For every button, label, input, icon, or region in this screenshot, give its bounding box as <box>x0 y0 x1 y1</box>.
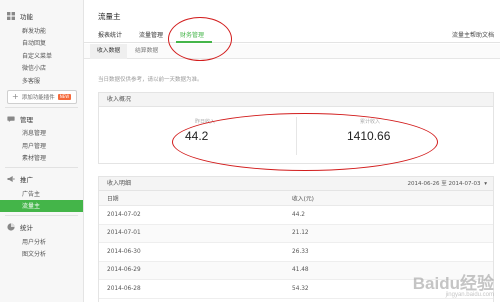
sidebar-group-title: 功能 <box>20 13 33 21</box>
cell-income: 41.48 <box>292 267 309 274</box>
sub-tabs: 收入数据 结算数据 <box>84 44 500 59</box>
top-tabs: 报表统计 流量管理 财务管理 <box>84 26 500 43</box>
sidebar-divider <box>5 106 78 108</box>
yesterday-income-cell: 昨日收入 44.2 <box>99 107 296 163</box>
cell-date: 2014-06-30 <box>107 248 141 255</box>
cell-income: 54.32 <box>292 285 309 292</box>
sidebar-item-traffic-owner[interactable]: 流量主 <box>0 199 83 212</box>
main-content: 流量主 报表统计 流量管理 财务管理 流量主帮助文档 收入数据 结算数据 当日数… <box>84 0 500 302</box>
cell-date: 2014-07-01 <box>107 230 141 237</box>
sidebar-item-user-analysis[interactable]: 用户分析 <box>0 235 83 248</box>
plus-icon: + <box>12 91 19 101</box>
sidebar-group-manage[interactable]: 管理 <box>0 111 83 127</box>
add-plugin-button[interactable]: + 添加功能插件 NEW <box>7 89 77 104</box>
sidebar-item-mass-send[interactable]: 群发功能 <box>0 24 83 37</box>
watermark-logo: Baidu经验 jingyan.baidu.com <box>413 269 494 298</box>
subtab-settlement-data[interactable]: 结算数据 <box>128 44 165 59</box>
sidebar-item-auto-reply[interactable]: 自动回复 <box>0 37 83 50</box>
tab-report[interactable]: 报表统计 <box>98 30 122 39</box>
total-income-value: 1410.66 <box>347 129 391 143</box>
sidebar-item-custom-menu[interactable]: 自定义菜单 <box>0 49 83 62</box>
tab-traffic[interactable]: 流量管理 <box>139 30 163 39</box>
sidebar-group-title: 管理 <box>20 115 33 124</box>
megaphone-icon <box>7 175 15 183</box>
data-notice: 当日数据仅供参考，请以前一天数据为准。 <box>98 77 203 83</box>
date-range-value: 2014-06-26 至 2014-07-03 <box>407 181 481 187</box>
subtab-income-data[interactable]: 收入数据 <box>90 44 128 59</box>
yesterday-income-value: 44.2 <box>185 129 209 143</box>
panel-title: 收入明细 <box>107 180 132 187</box>
new-badge: NEW <box>57 93 72 100</box>
date-range-picker[interactable]: 2014-06-26 至 2014-07-03 ▾ <box>408 177 487 191</box>
table-row: 2014-07-01 21.12 <box>99 224 493 243</box>
active-tab-indicator <box>176 40 212 43</box>
sidebar-item-multi-service[interactable]: 多客服 <box>0 74 83 87</box>
sidebar-item-advertiser[interactable]: 广告主 <box>0 187 83 200</box>
sidebar-item-article-analysis[interactable]: 图文分析 <box>0 248 83 261</box>
chat-icon <box>7 115 15 123</box>
table-row: 2014-06-30 26.33 <box>99 243 493 262</box>
sidebar-group-function[interactable]: 功能 <box>0 8 83 24</box>
sidebar-item-wechat-store[interactable]: 微信小店 <box>0 62 83 75</box>
column-header-income: 收入(元) <box>292 196 314 203</box>
cell-income: 44.2 <box>292 211 305 218</box>
chart-icon <box>7 223 15 231</box>
page-title: 流量主 <box>98 12 121 21</box>
cell-date: 2014-07-02 <box>107 211 141 218</box>
sidebar-item-materials[interactable]: 素材管理 <box>0 152 83 165</box>
yesterday-income-label: 昨日收入 <box>195 119 216 125</box>
sidebar-item-users[interactable]: 用户管理 <box>0 139 83 152</box>
sidebar-divider <box>5 167 78 168</box>
sidebar-group-statistics[interactable]: 统计 <box>0 219 83 235</box>
sidebar-group-title: 统计 <box>20 224 33 232</box>
grid-icon <box>7 12 15 20</box>
sidebar-item-messages[interactable]: 消息管理 <box>0 127 83 140</box>
sidebar-group-promotion[interactable]: 推广 <box>0 171 83 187</box>
total-income-cell: 累计收入 1410.66 <box>296 107 493 163</box>
watermark-main: Baidu经验 <box>412 274 494 293</box>
table-row: 2014-07-02 44.2 <box>99 206 493 225</box>
income-overview-panel: 收入概况 昨日收入 44.2 累计收入 1410.66 <box>98 92 494 164</box>
cell-date: 2014-06-28 <box>107 285 141 292</box>
add-plugin-label: 添加功能插件 <box>21 94 55 101</box>
help-doc-link[interactable]: 流量主帮助文档 <box>452 30 494 39</box>
panel-header: 收入明细 2014-06-26 至 2014-07-03 ▾ <box>99 177 493 191</box>
table-header: 日期 收入(元) <box>99 191 493 206</box>
total-income-label: 累计收入 <box>360 119 381 125</box>
cell-income: 21.12 <box>292 230 309 237</box>
column-header-date: 日期 <box>107 196 119 203</box>
cell-income: 26.33 <box>292 248 309 255</box>
sidebar: 功能 群发功能 自动回复 自定义菜单 微信小店 多客服 + 添加功能插件 NEW… <box>0 0 84 302</box>
sidebar-divider <box>5 215 78 216</box>
chevron-down-icon: ▾ <box>484 181 487 187</box>
tab-finance[interactable]: 财务管理 <box>180 30 204 39</box>
cell-date: 2014-06-29 <box>107 267 141 274</box>
panel-title: 收入概况 <box>99 93 493 107</box>
sidebar-group-title: 推广 <box>20 176 33 184</box>
